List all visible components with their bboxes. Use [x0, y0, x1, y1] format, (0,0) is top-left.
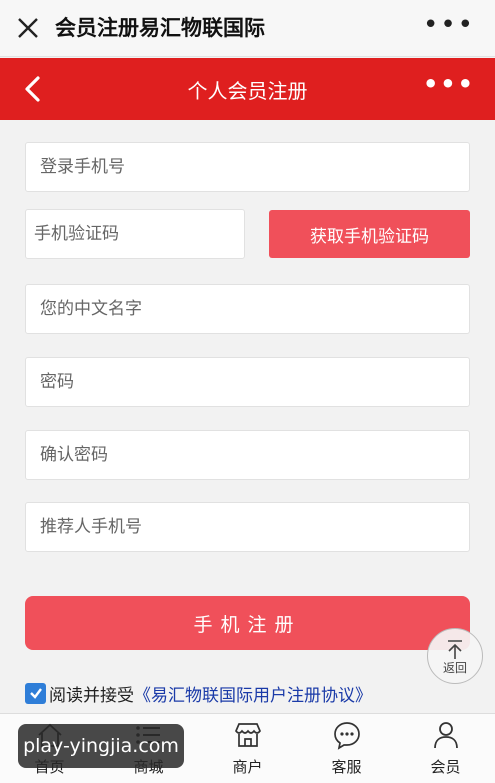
confirm-password-field[interactable]	[25, 430, 470, 480]
checkmark-icon	[29, 688, 42, 699]
nav-item-service[interactable]: 客服	[297, 720, 396, 782]
header-more-button[interactable]: •••	[423, 70, 475, 98]
back-to-top-button[interactable]: 返回	[427, 628, 483, 684]
sms-code-field[interactable]	[25, 209, 245, 259]
confirm-password-input[interactable]	[26, 431, 469, 479]
password-input[interactable]	[26, 358, 469, 406]
watermark: play-yingjia.com	[18, 724, 184, 768]
shop-icon	[234, 723, 261, 747]
referrer-phone-input[interactable]	[26, 503, 469, 551]
nav-item-member[interactable]: 会员	[396, 720, 495, 782]
nav-label: 商户	[232, 758, 263, 776]
arrow-up-icon	[448, 639, 462, 659]
phone-field[interactable]	[25, 142, 470, 192]
browser-bar: 会员注册易汇物联国际 •••	[0, 0, 495, 57]
nav-label: 客服	[331, 758, 362, 776]
agreement-link[interactable]: 《易汇物联国际用户注册协议》	[134, 681, 372, 706]
agreement-checkbox[interactable]	[25, 682, 46, 704]
name-field[interactable]	[25, 284, 470, 334]
browser-title: 会员注册易汇物联国际	[55, 16, 265, 40]
chat-icon	[333, 722, 360, 750]
sms-code-input[interactable]	[26, 210, 244, 258]
browser-more-button[interactable]: •••	[423, 10, 475, 40]
nav-item-merchant[interactable]: 商户	[198, 720, 297, 782]
get-sms-code-button[interactable]: 获取手机验证码	[269, 210, 470, 258]
page-title: 个人会员注册	[187, 79, 308, 103]
agreement-row: 阅读并接受 《易汇物联国际用户注册协议》	[25, 681, 372, 706]
password-field[interactable]	[25, 357, 470, 407]
user-icon	[433, 722, 458, 749]
referrer-field[interactable]	[25, 502, 470, 552]
register-button[interactable]: 手机注册	[25, 596, 470, 650]
agreement-text: 阅读并接受	[49, 685, 134, 706]
chinese-name-input[interactable]	[26, 285, 469, 333]
back-to-top-label: 返回	[442, 660, 467, 675]
close-icon[interactable]	[14, 14, 42, 42]
phone-input[interactable]	[26, 143, 469, 191]
app-header: 个人会员注册 •••	[0, 58, 495, 120]
nav-label: 会员	[430, 758, 461, 776]
